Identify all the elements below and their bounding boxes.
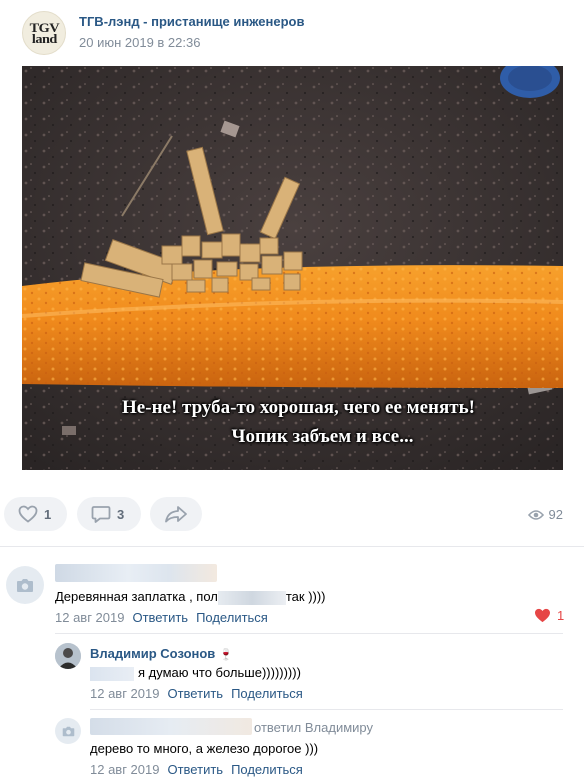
commenter-3-avatar[interactable]: [55, 718, 81, 744]
comment-2-text: я думаю что больше))))))))): [90, 665, 301, 681]
comment-2-date[interactable]: 12 авг 2019: [90, 686, 159, 701]
camera-icon: [62, 726, 74, 736]
comment-3-meta: 12 авг 2019 Ответить Поделиться: [90, 762, 303, 777]
heart-icon: [18, 505, 38, 523]
vladimir-avatar[interactable]: [55, 643, 81, 669]
comment-button[interactable]: 3: [77, 497, 141, 531]
heart-filled-icon: [535, 608, 550, 623]
like-count: 1: [44, 506, 52, 522]
wine-emoji-icon: 🍷: [218, 649, 233, 661]
photo-caption-line2: Чопик забъем и все...: [231, 426, 414, 447]
commenter-avatar[interactable]: [6, 566, 44, 604]
comment-2-meta: 12 авг 2019 Ответить Поделиться: [90, 686, 303, 701]
post-date[interactable]: 20 июн 2019 в 22:36: [79, 35, 200, 50]
blurred-mention: [90, 666, 134, 681]
comment-3-reply-link[interactable]: Ответить: [167, 762, 223, 777]
comment-count: 3: [117, 506, 125, 522]
group-name-link[interactable]: ТГВ-лэнд - пристанище инженеров: [79, 14, 304, 29]
comment-2-reply-link[interactable]: Ответить: [167, 686, 223, 701]
comment-1-like-button[interactable]: 1: [534, 608, 564, 623]
comment-1-text: Деревянная заплатка , пол так )))): [55, 589, 326, 605]
comment-icon: [91, 505, 111, 523]
comment-divider: [55, 633, 563, 634]
views-count: 92: [548, 507, 563, 522]
share-button[interactable]: [150, 497, 202, 531]
like-button[interactable]: 1: [4, 497, 67, 531]
comment-3-text: дерево то много, а железо дорогое ))): [90, 741, 319, 756]
comments-divider: [0, 546, 584, 547]
comment-3-share-link[interactable]: Поделиться: [231, 762, 303, 777]
eye-icon: [527, 509, 544, 520]
comment-1-share-link[interactable]: Поделиться: [196, 610, 268, 625]
comment-2-share-link[interactable]: Поделиться: [231, 686, 303, 701]
blurred-author-name: [90, 718, 252, 735]
blurred-author-name: [55, 564, 217, 582]
post-photo[interactable]: Не-не! труба-то хорошая, чего ее менять!…: [22, 66, 563, 470]
comment-1-date[interactable]: 12 авг 2019: [55, 610, 124, 625]
camera-icon: [17, 578, 33, 592]
views-counter: 92: [527, 507, 563, 522]
photo-caption-line1: Не-не! труба-то хорошая, чего ее менять!: [122, 397, 475, 418]
group-avatar[interactable]: TGV land: [22, 11, 66, 55]
comment-1-reply-link[interactable]: Ответить: [132, 610, 188, 625]
comment-2-author[interactable]: Владимир Созонов 🍷: [90, 646, 233, 661]
user-photo-image: [55, 643, 81, 669]
comment-1-like-count: 1: [557, 608, 565, 623]
comment-1-meta: 12 авг 2019 Ответить Поделиться: [55, 610, 268, 625]
comment-3-reply-to[interactable]: ответил Владимиру: [254, 720, 373, 735]
share-icon: [165, 506, 187, 523]
blurred-text: [217, 590, 286, 605]
group-avatar-logo: TGV land: [29, 20, 59, 46]
comment-3-date[interactable]: 12 авг 2019: [90, 762, 159, 777]
comment-divider: [90, 709, 563, 710]
